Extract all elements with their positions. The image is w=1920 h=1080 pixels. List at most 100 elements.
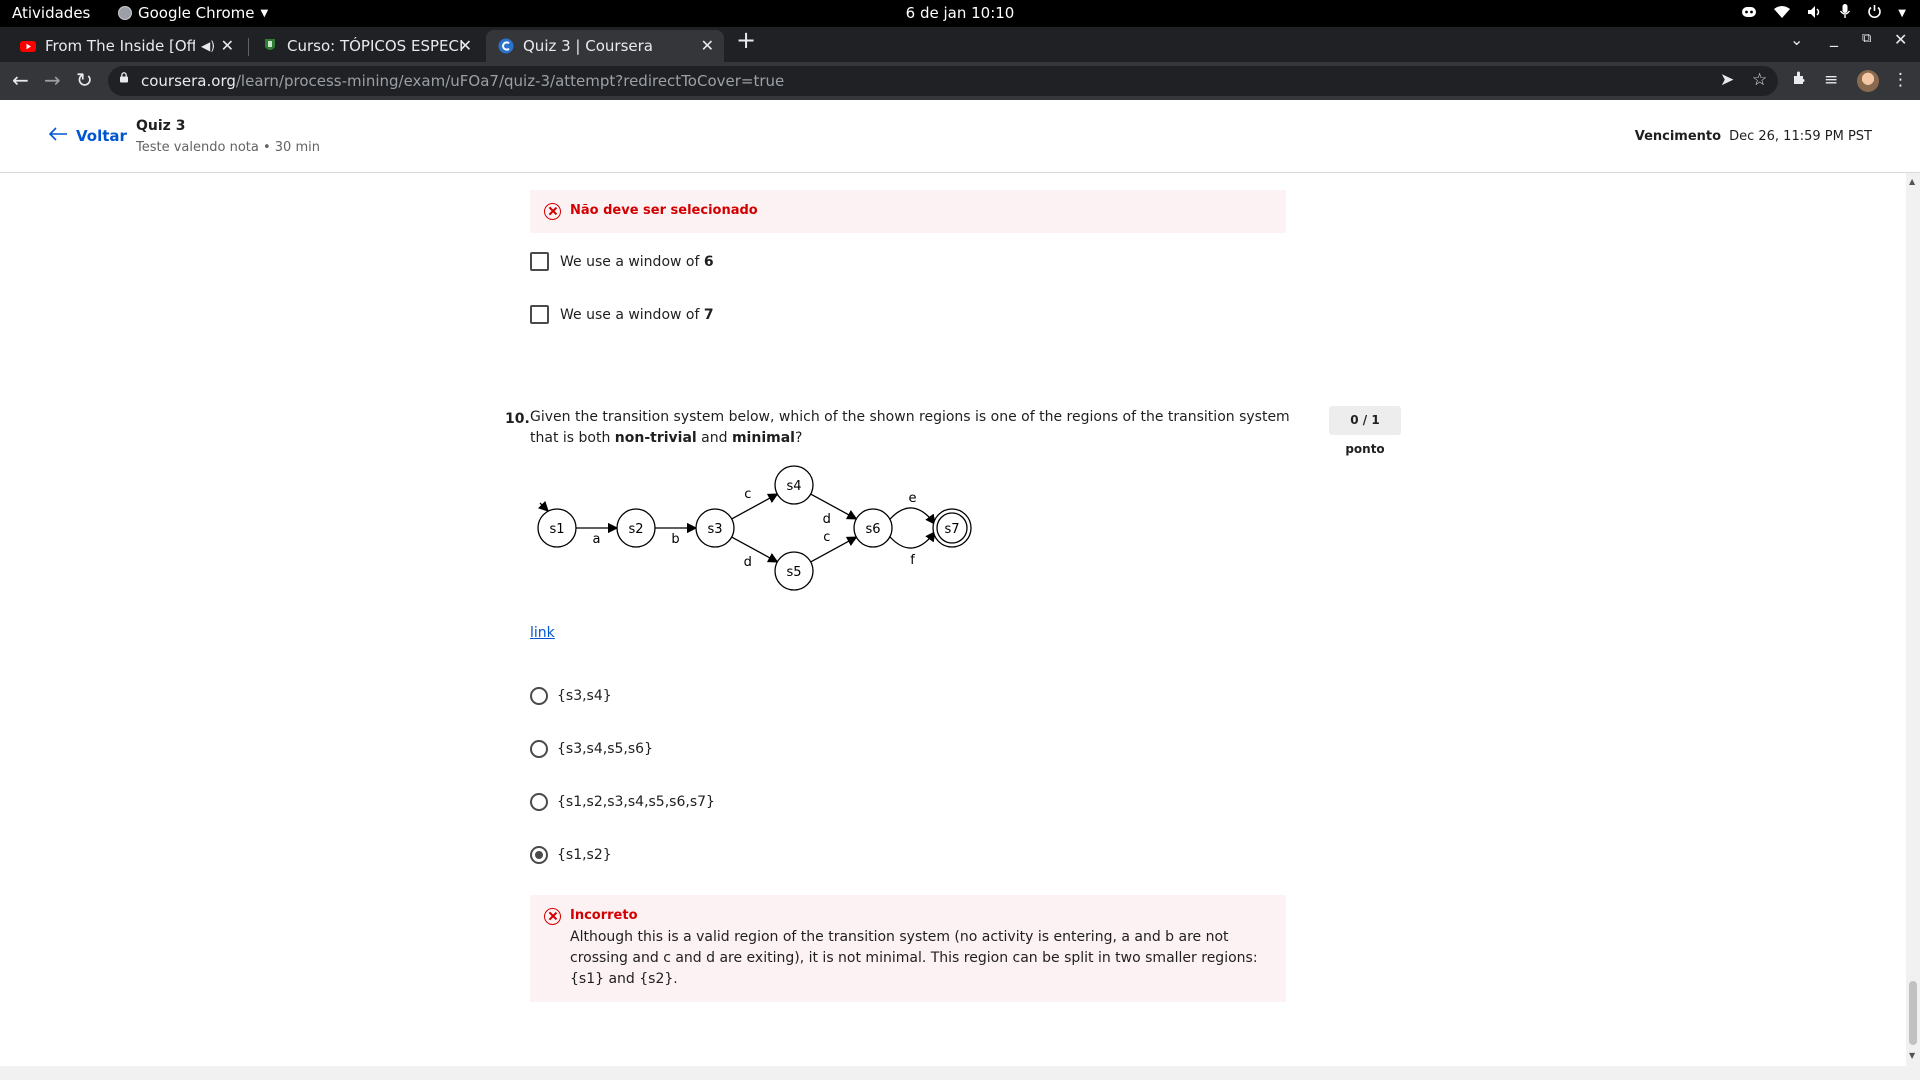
state-label: s1	[549, 522, 564, 537]
send-icon[interactable]: ➤	[1720, 70, 1734, 90]
option-label: {s1,s2}	[557, 847, 612, 863]
wifi-icon[interactable]	[1773, 4, 1791, 24]
transition-arc	[731, 493, 779, 520]
feedback-title: Incorreto	[570, 908, 638, 923]
state-label: s4	[786, 479, 801, 494]
checkbox[interactable]	[530, 252, 549, 271]
microphone-icon[interactable]	[1839, 3, 1851, 24]
transition-label: b	[671, 532, 679, 547]
tab-quiz[interactable]: Quiz 3 | Coursera ✕	[486, 30, 724, 62]
state-label: s3	[707, 522, 722, 537]
media-control-icon[interactable]: ≡	[1824, 70, 1838, 90]
diagram-link[interactable]: link	[530, 625, 555, 641]
system-tray[interactable]: ▼	[1741, 3, 1906, 24]
transition-label: d	[744, 555, 752, 570]
url-text: coursera.org/learn/process-mining/exam/u…	[141, 72, 784, 90]
option-label: We use a window of 6	[560, 254, 714, 270]
menu-dots-icon[interactable]: ⋮	[1892, 70, 1909, 90]
scrollbar-thumb[interactable]	[1909, 981, 1917, 1045]
option-label: {s1,s2,s3,s4,s5,s6,s7}	[557, 794, 715, 810]
option-value: 7	[703, 306, 714, 323]
due-date: Vencimento Dec 26, 11:59 PM PST	[1635, 129, 1872, 144]
extensions-icon[interactable]	[1792, 70, 1808, 91]
option-text: We use a window of	[560, 306, 704, 323]
back-arrow-icon[interactable]: ←	[12, 69, 29, 91]
scroll-down-icon[interactable]: ▼	[1909, 1051, 1915, 1060]
youtube-icon	[20, 38, 36, 54]
vertical-scrollbar[interactable]: ▲ ▼	[1906, 173, 1920, 1066]
transition-label: f	[910, 553, 915, 568]
question-text: Given the transition system below, which…	[530, 407, 1290, 449]
speaker-icon[interactable]: ◀)	[201, 39, 215, 53]
option-label: {s3,s4}	[557, 688, 612, 704]
reload-icon[interactable]: ↻	[76, 69, 93, 91]
question-emphasis: minimal	[731, 430, 795, 446]
answer-option[interactable]: {s1,s2,s3,s4,s5,s6,s7}	[530, 793, 715, 811]
radio-button[interactable]	[530, 740, 548, 758]
transition-arc	[810, 493, 858, 520]
page-title: Quiz 3	[136, 118, 186, 134]
transition-label: e	[909, 491, 917, 506]
system-top-bar: Atividades Google Chrome ▼ 6 de jan 10:1…	[0, 0, 1920, 27]
tab-youtube[interactable]: From The Inside [Offic ◀) ✕	[8, 30, 244, 62]
answer-option[interactable]: {s3,s4,s5,s6}	[530, 740, 653, 758]
close-tab-icon[interactable]: ✕	[221, 36, 234, 55]
transition-label: c	[744, 487, 751, 502]
close-window-icon[interactable]: ✕	[1894, 30, 1907, 49]
horizontal-scrollbar[interactable]	[0, 1066, 1920, 1080]
clock[interactable]: 6 de jan 10:10	[0, 4, 1920, 22]
browser-toolbar: ← → ↻ coursera.org/learn/process-mining/…	[0, 62, 1920, 100]
browser-tab-strip: From The Inside [Offic ◀) ✕ Curso: TÓPIC…	[0, 27, 1920, 62]
option-window-6[interactable]: We use a window of 6	[530, 252, 714, 271]
profile-avatar[interactable]	[1857, 70, 1879, 92]
caret-down-icon: ▼	[260, 7, 269, 19]
option-label: We use a window of 7	[560, 307, 714, 323]
discord-icon[interactable]	[1741, 4, 1757, 24]
caret-down-icon[interactable]: ▼	[1898, 4, 1906, 24]
app-menu[interactable]: Google Chrome ▼	[118, 4, 268, 22]
coursera-icon	[498, 38, 514, 54]
radio-button[interactable]	[530, 687, 548, 705]
option-label: {s3,s4,s5,s6}	[557, 741, 653, 757]
feedback-incorrect: Incorreto Although this is a valid regio…	[530, 895, 1286, 1002]
transition-arc	[731, 536, 779, 563]
feedback-title: Não deve ser selecionado	[570, 203, 758, 218]
state-label: s5	[786, 565, 801, 580]
tab-search-icon[interactable]: ⌄	[1790, 30, 1803, 49]
tab-title: Curso: TÓPICOS ESPECIAI	[287, 37, 462, 55]
tab-title: Quiz 3 | Coursera	[523, 37, 653, 55]
back-label: Voltar	[76, 127, 127, 145]
close-tab-icon[interactable]: ✕	[459, 36, 472, 55]
feedback-not-selected: Não deve ser selecionado	[530, 190, 1286, 233]
close-tab-icon[interactable]: ✕	[701, 36, 714, 55]
power-icon[interactable]	[1867, 4, 1882, 24]
back-link[interactable]: Voltar	[48, 126, 127, 146]
question-number: 10.	[505, 411, 530, 427]
tab-course[interactable]: Curso: TÓPICOS ESPECIAI ✕	[250, 30, 482, 62]
address-bar[interactable]: coursera.org/learn/process-mining/exam/u…	[108, 66, 1778, 96]
radio-button[interactable]	[530, 793, 548, 811]
minimize-icon[interactable]: _	[1830, 28, 1838, 47]
transition-label: c	[823, 530, 830, 545]
restore-icon[interactable]: ⧉	[1862, 31, 1871, 46]
forward-arrow-icon[interactable]: →	[44, 69, 61, 91]
transition-arc	[810, 536, 858, 563]
due-label: Vencimento	[1634, 129, 1722, 144]
option-value: 6	[703, 253, 714, 270]
activities-button[interactable]: Atividades	[12, 4, 90, 22]
option-window-7[interactable]: We use a window of 7	[530, 305, 714, 324]
scroll-up-icon[interactable]: ▲	[1909, 177, 1915, 186]
answer-option[interactable]: {s3,s4}	[530, 687, 612, 705]
question-text-part: and	[696, 430, 732, 446]
checkbox[interactable]	[530, 305, 549, 324]
bookmark-star-icon[interactable]: ☆	[1752, 70, 1767, 90]
error-circle-icon	[544, 203, 561, 220]
transition-label: a	[593, 532, 601, 547]
url-path: /learn/process-mining/exam/uFOa7/quiz-3/…	[235, 72, 785, 90]
new-tab-button[interactable]: +	[736, 27, 756, 53]
option-text: We use a window of	[560, 253, 704, 270]
quiz-content: Não deve ser selecionado We use a window…	[0, 173, 1906, 1066]
answer-option[interactable]: {s1,s2}	[530, 846, 612, 864]
volume-icon[interactable]	[1807, 4, 1823, 24]
radio-button[interactable]	[530, 846, 548, 864]
